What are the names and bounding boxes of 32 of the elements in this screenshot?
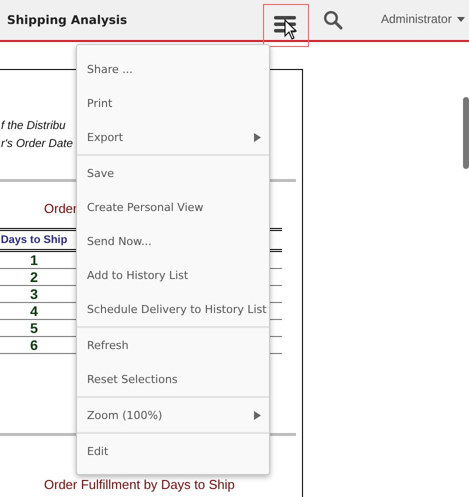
search-icon: [323, 10, 343, 30]
menu-item[interactable]: Reset Selections: [77, 362, 269, 398]
table-cell-text: 1: [29, 252, 39, 268]
menu-item[interactable]: Add to History List: [77, 258, 269, 292]
menu-item[interactable]: Zoom (100%): [77, 398, 269, 434]
caret-icon: [457, 17, 465, 22]
report-subtitle: r's Order Date: [1, 137, 73, 152]
submenu-arrow-icon: [254, 410, 261, 420]
menu-item[interactable]: Save: [77, 156, 269, 190]
cursor-icon: [284, 19, 297, 40]
column-header: Days to Ship: [0, 233, 68, 247]
menu-item[interactable]: Export: [77, 120, 269, 156]
menu-item[interactable]: Create Personal View: [77, 190, 269, 224]
menu-item[interactable]: Share ...: [77, 52, 269, 86]
menu-item[interactable]: Send Now...: [77, 224, 269, 258]
table-cell-text: 4: [29, 303, 39, 319]
section-title: Order: [44, 201, 78, 216]
table-cell-text: 2: [29, 269, 39, 285]
report-subtitle: f the Distribu: [1, 119, 66, 134]
menu-item[interactable]: Schedule Delivery to History List: [77, 292, 269, 328]
table-cell-text: 6: [29, 337, 39, 353]
menu-item[interactable]: Print: [77, 86, 269, 120]
menu-item[interactable]: Refresh: [77, 328, 269, 362]
page-title: Shipping Analysis: [7, 13, 128, 27]
search-button[interactable]: [323, 10, 343, 30]
table-cell-text: 5: [29, 320, 39, 336]
section-title: Order Fulfillment by Days to Ship: [44, 477, 235, 492]
user-menu[interactable]: Administrator: [381, 12, 452, 26]
menu-item[interactable]: Edit: [77, 434, 269, 468]
table-cell-text: 3: [29, 286, 39, 302]
submenu-arrow-icon: [254, 132, 261, 142]
scrollbar-thumb[interactable]: [463, 97, 469, 169]
